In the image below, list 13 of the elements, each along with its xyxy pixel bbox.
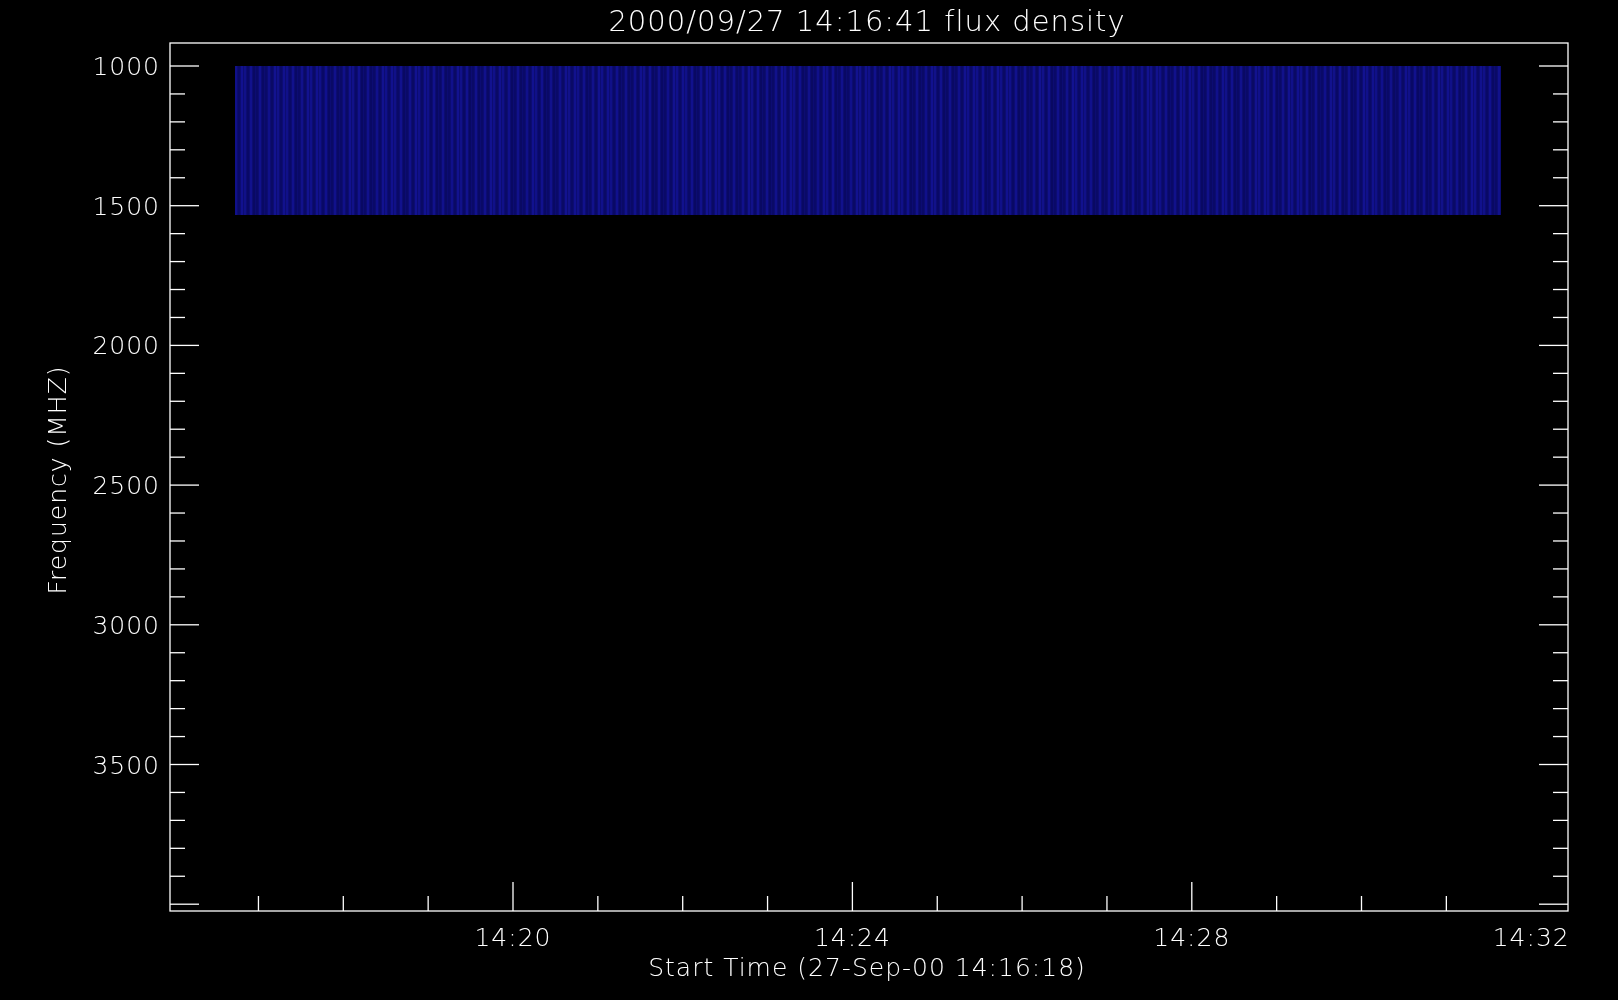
y-tick-label: 3500 xyxy=(92,750,160,780)
y-tick-label: 1500 xyxy=(92,191,160,221)
y-tick-label: 1000 xyxy=(92,52,160,81)
x-tick-label: 14:24 xyxy=(813,923,891,952)
x-axis-title: Start Time (27-Sep-00 14:16:18) xyxy=(648,953,1086,982)
chart-title: 2000/09/27 14:16:41 flux density xyxy=(608,4,1126,38)
x-tick-label: 14:20 xyxy=(474,923,552,952)
y-tick-label: 3000 xyxy=(92,610,160,640)
y-axis-title: Frequency (MHZ) xyxy=(43,365,72,595)
x-tick-label: 14:32 xyxy=(1492,923,1570,952)
y-tick-label: 2500 xyxy=(92,471,160,501)
y-tick-label: 2000 xyxy=(92,331,160,361)
x-tick-label: 14:28 xyxy=(1153,923,1231,952)
